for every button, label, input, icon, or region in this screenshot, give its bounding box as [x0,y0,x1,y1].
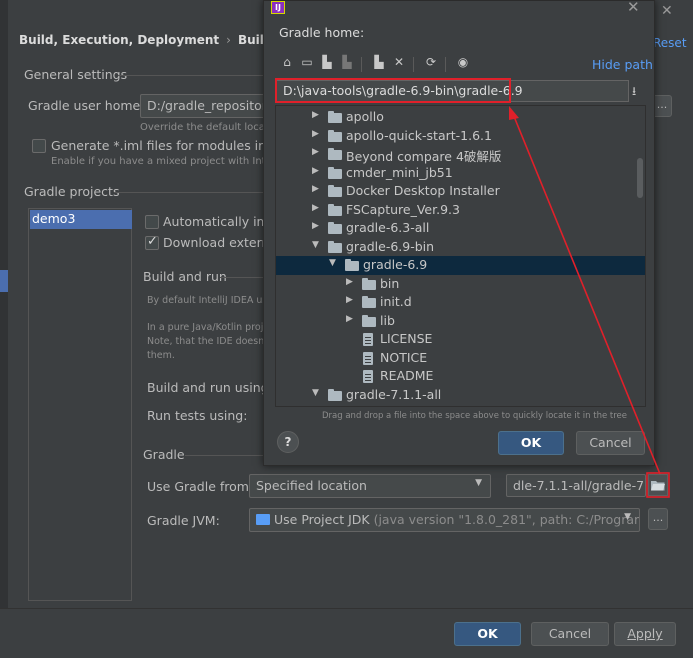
annotation-arrow-line [512,113,661,475]
annotation-overlay [509,106,670,498]
annotation-arrow-head [509,106,519,120]
browse-annotation-box [646,472,670,498]
